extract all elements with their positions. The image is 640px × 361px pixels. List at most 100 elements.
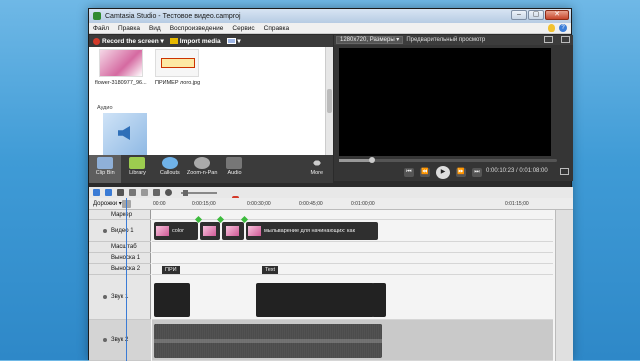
callout-1-row[interactable] — [152, 253, 553, 264]
playhead[interactable] — [126, 198, 127, 361]
flower-label: flower-3180977_96... — [95, 80, 147, 86]
video-clip[interactable] — [222, 222, 244, 240]
ruler-tick: 0:00:30;00 — [247, 201, 271, 207]
record-icon — [93, 37, 100, 45]
callout-clip[interactable] — [372, 283, 386, 317]
zoom-row[interactable] — [152, 242, 553, 253]
rewind-button[interactable]: ⏪ — [420, 168, 430, 177]
video-canvas — [339, 48, 551, 156]
callout-tag[interactable]: ПРИ — [162, 266, 180, 274]
timeline-scrollbar[interactable] — [555, 210, 573, 361]
title-bar: Camtasia Studio - Тестовое видео.camproj… — [89, 9, 571, 23]
track-label-callout-1[interactable]: Выноска 1 — [89, 253, 151, 264]
previous-clip-button[interactable]: ⏮ — [404, 168, 414, 177]
ruler-tick: 0:00:45;00 — [299, 201, 323, 207]
maximize-button[interactable]: ▢ — [528, 10, 544, 20]
tab-audio[interactable]: Audio — [218, 155, 250, 183]
callout-tag[interactable]: Text — [262, 266, 279, 274]
menu-help[interactable]: Справка — [264, 25, 290, 32]
import-media-button[interactable]: Import media — [169, 38, 221, 45]
menu-tools[interactable]: Сервис — [232, 25, 254, 32]
expand-icon[interactable] — [560, 168, 569, 175]
track-label-audio-2[interactable]: Звук 2 — [89, 320, 151, 361]
video-row: color мыльварение для начинающих: как — [152, 215, 553, 242]
redo-icon[interactable] — [105, 189, 112, 196]
video-clip[interactable] — [200, 222, 220, 240]
library-icon — [129, 157, 146, 169]
timeline-ruler[interactable]: Дорожки ▾ 00:00 0:00:15;00 0:00:30;00 0:… — [89, 198, 573, 210]
tab-more[interactable]: More — [301, 155, 333, 183]
zoom-icon[interactable] — [165, 189, 172, 196]
audio-clip[interactable] — [154, 324, 382, 358]
audio-section-label: Аудио — [97, 105, 113, 111]
audio-2-row — [152, 320, 553, 361]
track-label-callout-2[interactable]: Выноска 2 — [89, 264, 151, 275]
preview-toolbar: 1280x720, Размеры ▾ Предварительный прос… — [334, 35, 573, 45]
audio-thumbnail[interactable] — [103, 113, 147, 155]
tab-clip-bin[interactable]: Clip Bin — [89, 155, 122, 183]
seek-knob[interactable] — [369, 157, 375, 163]
tracks-dropdown[interactable]: Дорожки ▾ — [93, 200, 122, 207]
speaker-icon — [118, 126, 130, 140]
zoom-slider[interactable] — [181, 189, 217, 196]
close-button[interactable]: ✕ — [545, 10, 569, 20]
detach-icon[interactable] — [544, 36, 553, 43]
cut-icon[interactable] — [117, 189, 124, 196]
clip-toolbar: Record the screen ▾ Import media ▾ — [89, 35, 333, 47]
menu-file[interactable]: Файл — [93, 25, 109, 32]
tab-zoom-n-pan[interactable]: Zoom-n-Pan — [186, 155, 218, 183]
tab-library[interactable]: Library — [121, 155, 153, 183]
fast-forward-button[interactable]: ⏩ — [456, 168, 466, 177]
minimize-button[interactable]: – — [511, 10, 527, 20]
audio-1-row — [152, 275, 553, 320]
seek-bar[interactable] — [339, 157, 557, 163]
help-icon[interactable]: ? — [559, 24, 567, 32]
menu-view[interactable]: Вид — [149, 25, 161, 32]
callout-clip[interactable] — [256, 283, 374, 317]
menu-edit[interactable]: Правка — [118, 25, 140, 32]
marker-row[interactable] — [152, 210, 553, 220]
playback-controls: ⏮ ⏪ ▶ ⏩ ⏭ — [404, 166, 482, 179]
tab-callouts[interactable]: Callouts — [154, 155, 186, 183]
size-select[interactable]: 1280x720, Размеры ▾ — [336, 36, 404, 44]
clip-bin: flower-3180977_96... ПРИМЕР лого.jpg Ауд… — [89, 47, 325, 155]
track-label-marker[interactable]: Маркер — [89, 210, 151, 220]
task-tabs: Clip Bin Library Callouts Zoom-n-Pan Aud… — [89, 155, 333, 183]
copy-icon[interactable] — [129, 189, 136, 196]
callout-clip[interactable] — [154, 283, 190, 317]
timecode: 0:00:10:23 / 0:01:08:00 — [486, 168, 548, 174]
view-options-button[interactable]: ▾ — [226, 37, 241, 45]
ruler-tick: 0:01:15;00 — [505, 201, 529, 207]
video-clip[interactable]: мыльварение для начинающих: как — [246, 222, 378, 240]
track-area: color мыльварение для начинающих: как ПР… — [152, 210, 553, 361]
fullscreen-icon[interactable] — [561, 36, 570, 43]
film-icon — [97, 157, 114, 169]
video-clip[interactable]: color — [154, 222, 198, 240]
next-clip-button[interactable]: ⏭ — [472, 168, 482, 177]
clip-bin-scrollbar[interactable] — [325, 47, 333, 155]
grid-view-icon — [226, 38, 236, 45]
split-icon[interactable] — [153, 189, 160, 196]
record-screen-button[interactable]: Record the screen ▾ — [93, 37, 164, 45]
menu-playback[interactable]: Воспроизведение — [170, 25, 224, 32]
track-label-zoom[interactable]: Масштаб — [89, 242, 151, 253]
timeline-toolbar — [89, 187, 573, 198]
track-label-video-1[interactable]: Видео 1 — [89, 220, 151, 242]
logo-thumbnail[interactable] — [155, 49, 199, 77]
preview-panel: 1280x720, Размеры ▾ Предварительный прос… — [334, 35, 573, 181]
audio-icon — [226, 157, 243, 169]
flower-thumbnail[interactable] — [99, 49, 143, 77]
undo-icon[interactable] — [93, 189, 100, 196]
ruler-tick: 0:01:00;00 — [351, 201, 375, 207]
play-button[interactable]: ▶ — [436, 166, 450, 179]
logo-image — [161, 58, 195, 68]
tip-icon[interactable] — [548, 24, 555, 32]
clip-bin-panel: Record the screen ▾ Import media ▾ flowe… — [89, 35, 333, 155]
logo-label: ПРИМЕР лого.jpg — [155, 80, 201, 86]
callout-2-row[interactable]: ПРИ Text — [152, 264, 553, 275]
track-label-audio-1[interactable]: Звук 1 — [89, 275, 151, 320]
preview-mode: Предварительный просмотр — [406, 37, 486, 43]
paste-icon[interactable] — [141, 189, 148, 196]
callout-icon — [161, 157, 178, 169]
menu-bar: Файл Правка Вид Воспроизведение Сервис С… — [89, 23, 571, 34]
